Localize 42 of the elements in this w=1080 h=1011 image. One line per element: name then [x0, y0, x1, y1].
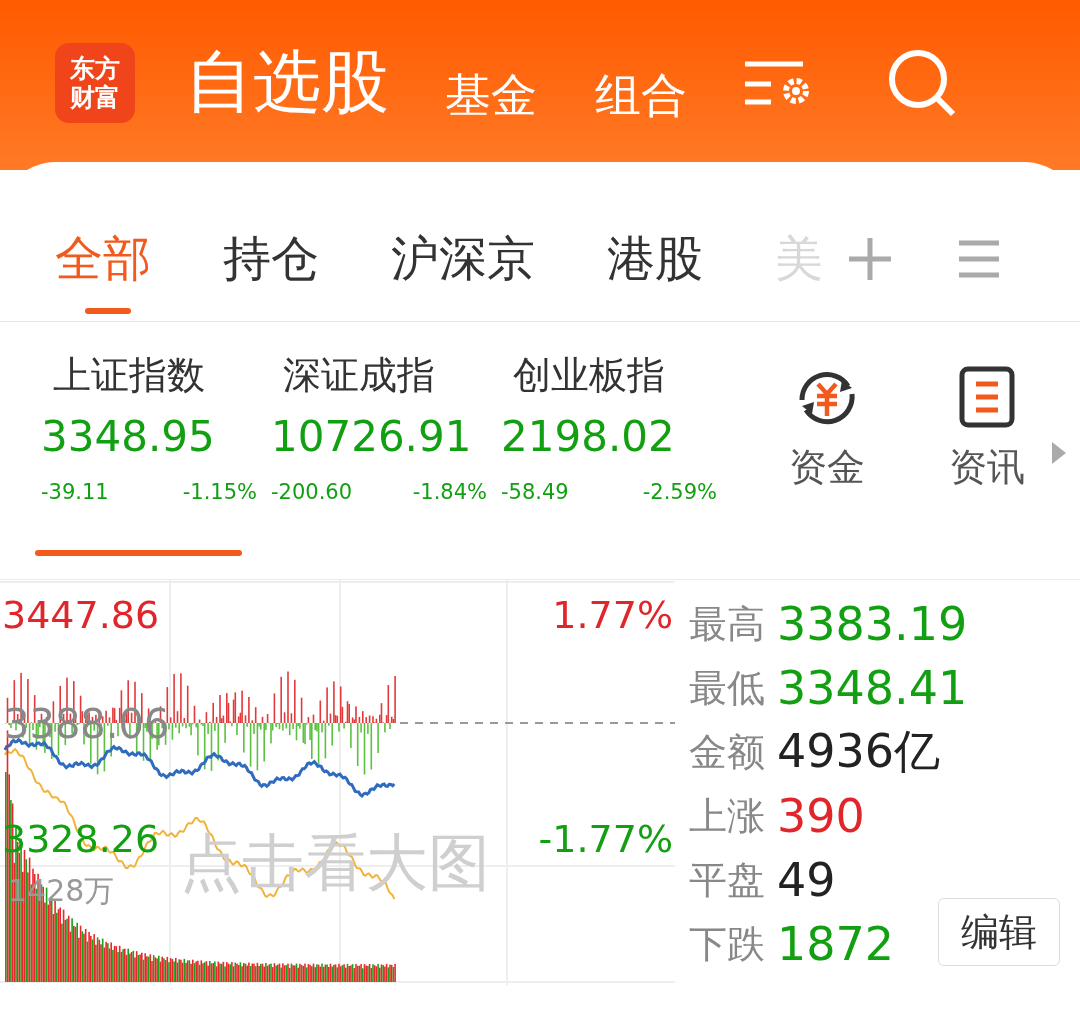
stat-label: 最低 [689, 664, 765, 712]
category-tab[interactable]: 港股 [607, 204, 703, 314]
stat-value: 4936亿 [777, 723, 941, 780]
category-tab[interactable]: 持仓 [223, 204, 319, 314]
index-percent: -2.59% [642, 480, 717, 504]
index-card[interactable]: 创业板指 2198.02 -58.49 -2.59% [495, 350, 725, 560]
index-change: -39.11 [41, 480, 109, 504]
edit-button[interactable]: 编辑 [938, 898, 1060, 966]
high-price-label: 3447.86 [2, 596, 160, 634]
stat-label: 最高 [689, 600, 765, 648]
stat-label: 上涨 [689, 792, 765, 840]
index-value: 10726.91 [271, 411, 473, 463]
index-card[interactable]: 上证指数 3348.95 -39.11 -1.15% [35, 350, 265, 560]
stat-value: 3348.41 [777, 661, 968, 715]
shortcut-button[interactable]: 资讯 [942, 366, 1032, 516]
stat-value: 3383.19 [777, 597, 968, 651]
index-value: 2198.02 [501, 411, 676, 463]
scroll-right-icon[interactable] [1050, 440, 1068, 466]
index-percent: -1.15% [182, 480, 257, 504]
index-card[interactable]: 深证成指 10726.91 -200.60 -1.84% [265, 350, 495, 560]
stat-label: 下跌 [689, 920, 765, 968]
stat-value: 49 [777, 853, 836, 907]
app-logo[interactable]: 东方 财富 [55, 42, 135, 123]
stat-label: 平盘 [689, 856, 765, 904]
stat-label: 金额 [689, 728, 765, 776]
add-icon[interactable] [847, 236, 893, 282]
index-percent: -1.84% [412, 480, 487, 504]
stat-value: 1872 [777, 917, 895, 971]
index-value: 3348.95 [41, 411, 216, 463]
document-icon [959, 366, 1015, 428]
index-change: -58.49 [501, 480, 569, 504]
stat-value: 390 [777, 789, 865, 843]
shortcut-button[interactable]: 资金 [782, 366, 872, 516]
index-name: 深证成指 [283, 352, 436, 399]
category-tab[interactable]: 沪深京 [391, 204, 535, 314]
high-percent-label: 1.77% [552, 596, 673, 634]
search-icon[interactable] [887, 47, 957, 118]
index-name: 创业板指 [513, 352, 666, 399]
low-percent-label: -1.77% [538, 820, 673, 858]
index-change: -200.60 [271, 480, 353, 504]
index-name: 上证指数 [53, 352, 206, 399]
menu-icon[interactable] [957, 239, 1001, 279]
